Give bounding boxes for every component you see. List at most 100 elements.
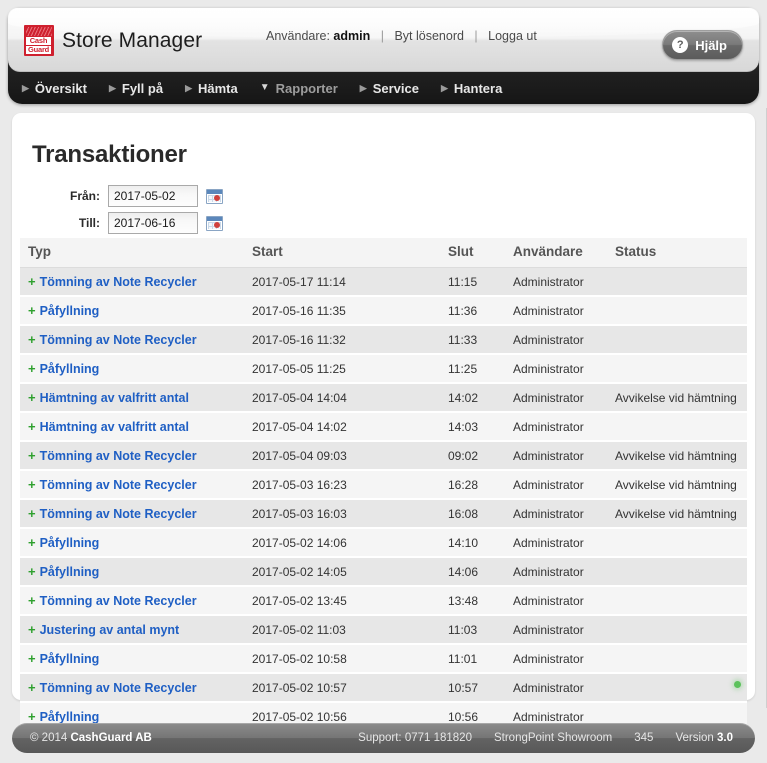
table-row[interactable]: + Tömning av Note Recycler 2017-05-02 13:4… <box>20 586 747 616</box>
to-date-row: Till: <box>56 212 223 234</box>
help-button[interactable]: ? Hjälp <box>662 30 743 60</box>
nav-item-rapporter[interactable]: ▼ Rapporter <box>260 81 338 96</box>
expand-row-icon[interactable]: + <box>28 622 36 637</box>
from-date-label: Från: <box>70 189 100 203</box>
table-row[interactable]: + Påfyllning 2017-05-05 11:25 11:25 Administ… <box>20 354 747 384</box>
transaction-type-link[interactable]: Hämtning av valfritt antal <box>40 391 189 405</box>
table-row[interactable]: + Hämtning av valfritt antal 2017-05-04 14… <box>20 412 747 442</box>
expand-row-icon[interactable]: + <box>28 564 36 579</box>
transaction-type-link[interactable]: Påfyllning <box>40 362 100 376</box>
table-row[interactable]: + Tömning av Note Recycler 2017-05-03 16:0… <box>20 499 747 529</box>
column-header-status[interactable]: Status <box>607 238 747 268</box>
cell-start: 2017-05-04 09:03 <box>244 441 440 471</box>
expand-row-icon[interactable]: + <box>28 332 36 347</box>
content-panel: Transaktioner Från: Till: Typ <box>12 113 755 732</box>
cell-typ: + Tömning av Note Recycler <box>20 673 244 703</box>
expand-row-icon[interactable]: + <box>28 506 36 521</box>
nav-separator-1: | <box>380 29 384 43</box>
cell-start: 2017-05-16 11:32 <box>244 325 440 355</box>
brand-logo[interactable]: Cash Guard Store Manager <box>24 25 202 56</box>
main-navigation: ▶ Översikt ▶ Fyll på ▶ Hämta ▼ Rapporter… <box>8 72 759 104</box>
transaction-type-link[interactable]: Tömning av Note Recycler <box>40 275 197 289</box>
cell-anvandare: Administrator <box>505 325 607 355</box>
expand-row-icon[interactable]: + <box>28 390 36 405</box>
change-password-link[interactable]: Byt lösenord <box>394 29 463 43</box>
expand-row-icon[interactable]: + <box>28 680 36 695</box>
nav-label-rapporter: Rapporter <box>275 80 338 96</box>
cell-slut: 11:25 <box>440 354 505 384</box>
transaction-type-link[interactable]: Påfyllning <box>40 710 100 724</box>
footer-info: Support: 0771 181820 StrongPoint Showroo… <box>358 732 733 744</box>
cell-slut: 11:01 <box>440 644 505 674</box>
transaction-type-link[interactable]: Justering av antal mynt <box>40 623 180 637</box>
table-row[interactable]: + Påfyllning 2017-05-02 10:58 11:01 Administ… <box>20 644 747 674</box>
transaction-type-link[interactable]: Tömning av Note Recycler <box>40 333 197 347</box>
cell-anvandare: Administrator <box>505 644 607 674</box>
expand-row-icon[interactable]: + <box>28 593 36 608</box>
table-row[interactable]: + Hämtning av valfritt antal 2017-05-04 14… <box>20 383 747 413</box>
table-row[interactable]: + Tömning av Note Recycler 2017-05-17 11:1… <box>20 267 747 297</box>
page-title: Transaktioner <box>32 141 187 168</box>
nav-item-service[interactable]: ▶ Service <box>360 81 419 96</box>
table-row[interactable]: + Påfyllning 2017-05-02 14:06 14:10 Administ… <box>20 528 747 558</box>
transaction-type-link[interactable]: Tömning av Note Recycler <box>40 507 197 521</box>
cell-slut: 11:33 <box>440 325 505 355</box>
cell-typ: + Tömning av Note Recycler <box>20 267 244 297</box>
transaction-type-link[interactable]: Tömning av Note Recycler <box>40 449 197 463</box>
table-row[interactable]: + Tömning av Note Recycler 2017-05-02 10:5… <box>20 673 747 703</box>
expand-row-icon[interactable]: + <box>28 419 36 434</box>
cell-anvandare: Administrator <box>505 267 607 297</box>
transaction-type-link[interactable]: Påfyllning <box>40 304 100 318</box>
cell-typ: + Påfyllning <box>20 528 244 558</box>
column-header-typ[interactable]: Typ <box>20 238 244 268</box>
table-row[interactable]: + Tömning av Note Recycler 2017-05-04 09:0… <box>20 441 747 471</box>
table-row[interactable]: + Påfyllning 2017-05-16 11:35 11:36 Administ… <box>20 296 747 326</box>
copyright-prefix: © 2014 <box>30 732 71 744</box>
cell-typ: + Justering av antal mynt <box>20 615 244 645</box>
expand-row-icon[interactable]: + <box>28 448 36 463</box>
transaction-type-link[interactable]: Påfyllning <box>40 652 100 666</box>
expand-row-icon[interactable]: + <box>28 651 36 666</box>
footer-site: StrongPoint Showroom <box>493 732 613 744</box>
table-row[interactable]: + Tömning av Note Recycler 2017-05-16 11:3… <box>20 325 747 355</box>
expand-row-icon[interactable]: + <box>28 477 36 492</box>
calendar-icon[interactable] <box>206 188 223 204</box>
transaction-type-link[interactable]: Påfyllning <box>40 536 100 550</box>
cell-status <box>607 296 747 326</box>
logout-link[interactable]: Logga ut <box>488 29 537 43</box>
cell-status: Avvikelse vid hämtning <box>607 470 747 500</box>
calendar-icon[interactable] <box>206 215 223 231</box>
transaction-type-link[interactable]: Tömning av Note Recycler <box>40 681 197 695</box>
app-root: Cash Guard Store Manager Användare: admi… <box>0 0 767 763</box>
column-header-start[interactable]: Start <box>244 238 440 268</box>
expand-row-icon[interactable]: + <box>28 361 36 376</box>
transaction-type-link[interactable]: Tömning av Note Recycler <box>40 478 197 492</box>
column-header-anvandare[interactable]: Användare <box>505 238 607 268</box>
transaction-type-link[interactable]: Tömning av Note Recycler <box>40 594 197 608</box>
nav-item-hantera[interactable]: ▶ Hantera <box>441 81 502 96</box>
transaction-type-link[interactable]: Hämtning av valfritt antal <box>40 420 189 434</box>
expand-row-icon[interactable]: + <box>28 709 36 724</box>
nav-item-fyll-pa[interactable]: ▶ Fyll på <box>109 81 163 96</box>
cell-slut: 14:02 <box>440 383 505 413</box>
table-row[interactable]: + Tömning av Note Recycler 2017-05-03 16:2… <box>20 470 747 500</box>
cell-status: Avvikelse vid hämtning <box>607 499 747 529</box>
cell-slut: 09:02 <box>440 441 505 471</box>
table-row[interactable]: + Justering av antal mynt 2017-05-02 11:03… <box>20 615 747 645</box>
cell-slut: 14:10 <box>440 528 505 558</box>
cell-status <box>607 557 747 587</box>
table-row[interactable]: + Påfyllning 2017-05-02 14:05 14:06 Administ… <box>20 557 747 587</box>
column-header-slut[interactable]: Slut <box>440 238 505 268</box>
cell-start: 2017-05-03 16:03 <box>244 499 440 529</box>
expand-row-icon[interactable]: + <box>28 535 36 550</box>
nav-item-oversikt[interactable]: ▶ Översikt <box>22 81 87 96</box>
cell-start: 2017-05-04 14:02 <box>244 412 440 442</box>
nav-item-hamta[interactable]: ▶ Hämta <box>185 81 238 96</box>
expand-row-icon[interactable]: + <box>28 303 36 318</box>
transaction-type-link[interactable]: Påfyllning <box>40 565 100 579</box>
to-date-input[interactable] <box>108 212 198 234</box>
cell-slut: 11:36 <box>440 296 505 326</box>
expand-row-icon[interactable]: + <box>28 274 36 289</box>
from-date-input[interactable] <box>108 185 198 207</box>
cell-status <box>607 325 747 355</box>
